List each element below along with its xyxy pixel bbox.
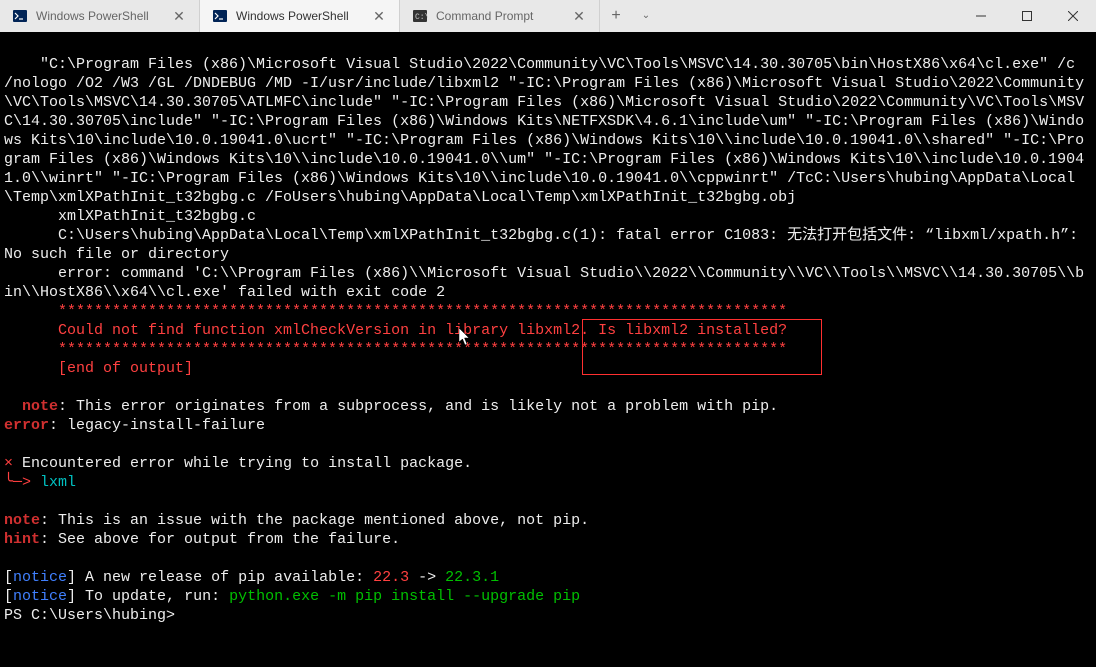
tab-powershell-2[interactable]: Windows PowerShell ✕ xyxy=(200,0,400,32)
terminal-panel[interactable]: "C:\Program Files (x86)\Microsoft Visual… xyxy=(0,32,1096,667)
note-text: : This error originates from a subproces… xyxy=(58,398,778,415)
x-text: Encountered error while trying to instal… xyxy=(13,455,472,472)
notice-text: A new release of pip available: xyxy=(76,569,373,586)
tab-dropdown[interactable]: ⌄ xyxy=(632,0,660,32)
hint-text: : See above for output from the failure. xyxy=(40,531,400,548)
error-colon: : xyxy=(49,417,67,434)
close-icon[interactable]: ✕ xyxy=(371,8,387,24)
output-line: xmlXPathInit_t32bgbg.c xyxy=(4,208,256,225)
tab-strip: Windows PowerShell ✕ Windows PowerShell … xyxy=(0,0,958,32)
old-version: 22.3 xyxy=(373,569,409,586)
note-label: note xyxy=(4,512,40,529)
title-bar: Windows PowerShell ✕ Windows PowerShell … xyxy=(0,0,1096,32)
arrow-symbol: ╰─> xyxy=(4,474,31,491)
bracket: [ xyxy=(4,569,13,586)
notice-text: To update, run: xyxy=(76,588,229,605)
output-line: ****************************************… xyxy=(4,341,787,358)
output-line: error: command 'C:\\Program Files (x86)\… xyxy=(4,265,1084,301)
new-tab-button[interactable]: + xyxy=(600,0,632,32)
x-symbol: × xyxy=(4,455,13,472)
powershell-icon xyxy=(12,8,28,24)
output-line: [end of output] xyxy=(4,360,193,377)
output-line: "C:\Program Files (x86)\Microsoft Visual… xyxy=(4,56,1084,206)
tab-title: Windows PowerShell xyxy=(36,9,163,23)
error-label: error xyxy=(4,417,49,434)
tab-title: Windows PowerShell xyxy=(236,9,363,23)
update-cmd: python.exe -m pip install --upgrade pip xyxy=(229,588,580,605)
maximize-button[interactable] xyxy=(1004,0,1050,32)
notice-label: notice xyxy=(13,569,67,586)
close-window-button[interactable] xyxy=(1050,0,1096,32)
new-version: 22.3.1 xyxy=(445,569,499,586)
tab-cmd[interactable]: C:\ Command Prompt ✕ xyxy=(400,0,600,32)
output-line: ****************************************… xyxy=(4,303,787,320)
hint-label: hint xyxy=(4,531,40,548)
note-text: : This is an issue with the package ment… xyxy=(40,512,589,529)
notice-label: notice xyxy=(13,588,67,605)
bracket: [ xyxy=(4,588,13,605)
output-line: C:\Users\hubing\AppData\Local\Temp\xmlXP… xyxy=(4,227,1087,263)
minimize-button[interactable] xyxy=(958,0,1004,32)
bracket: ] xyxy=(67,588,76,605)
close-icon[interactable]: ✕ xyxy=(171,8,187,24)
package-name: lxml xyxy=(31,474,76,491)
cmd-icon: C:\ xyxy=(412,8,428,24)
arrow-text: -> xyxy=(409,569,445,586)
tab-powershell-1[interactable]: Windows PowerShell ✕ xyxy=(0,0,200,32)
close-icon[interactable]: ✕ xyxy=(571,8,587,24)
output-line: Could not find function xmlCheckVersion … xyxy=(4,322,787,339)
window-controls xyxy=(958,0,1096,32)
svg-text:C:\: C:\ xyxy=(415,13,428,22)
note-label: note xyxy=(4,398,58,415)
error-name: legacy-install-failure xyxy=(67,417,265,434)
bracket: ] xyxy=(67,569,76,586)
powershell-icon xyxy=(212,8,228,24)
tab-title: Command Prompt xyxy=(436,9,563,23)
prompt: PS C:\Users\hubing> xyxy=(4,607,175,624)
